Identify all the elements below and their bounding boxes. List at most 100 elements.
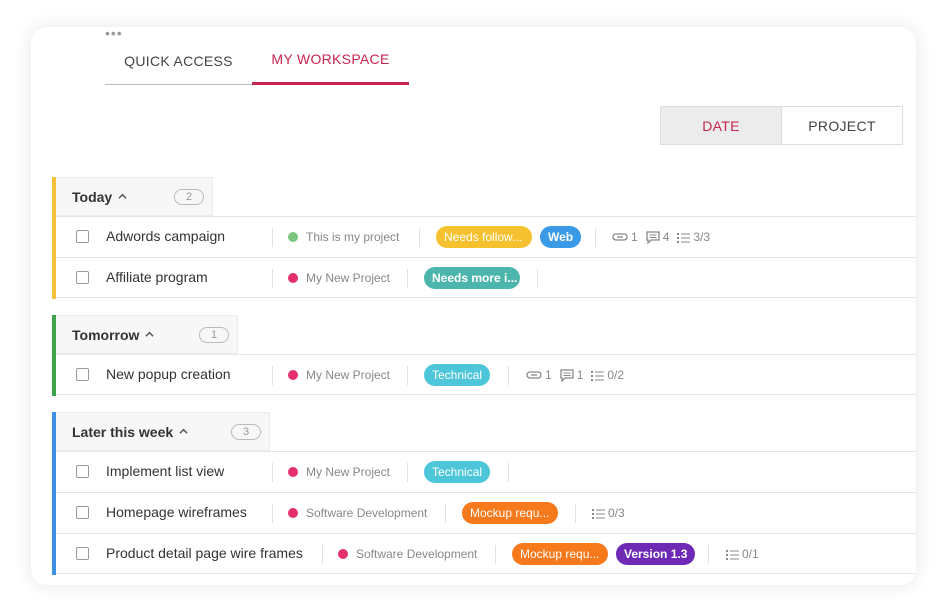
task-checkbox[interactable] [76, 271, 89, 284]
comment-icon [560, 368, 574, 382]
group-header[interactable]: Today 2 [56, 177, 213, 216]
paperclip-icon [526, 371, 542, 379]
task-checkbox[interactable] [76, 547, 89, 560]
attachment-count[interactable]: 1 [612, 230, 638, 244]
view-toggle: DATE PROJECT [660, 106, 903, 145]
task-name[interactable]: Adwords campaign [106, 228, 225, 244]
chevron-up-icon[interactable] [179, 427, 188, 436]
group-tomorrow: Tomorrow 1 New popup creation My New Pro… [52, 315, 916, 396]
project-color-dot [288, 467, 298, 477]
tab-quick-access[interactable]: QUICK ACCESS [105, 27, 252, 85]
task-name[interactable]: Implement list view [106, 463, 224, 479]
task-project[interactable]: Software Development [288, 506, 427, 520]
checklist-icon [677, 232, 691, 243]
task-meta: 0/3 [592, 506, 633, 520]
tag-badge[interactable]: Technical [424, 364, 491, 386]
divider [575, 504, 576, 523]
workspace-card: QUICK ACCESS MY WORKSPACE ••• DATE PROJE… [31, 27, 916, 585]
group-count-badge: 2 [174, 189, 204, 205]
task-meta: 1 4 3/3 [612, 230, 718, 244]
tag-badge[interactable]: Mockup requ... [512, 543, 608, 565]
tag-badge[interactable]: Needs follow... [436, 226, 532, 248]
divider [272, 366, 273, 385]
checklist-count[interactable]: 0/1 [726, 547, 759, 561]
comment-count[interactable]: 4 [646, 230, 670, 244]
task-project[interactable]: Software Development [338, 547, 477, 561]
comment-count-label: 4 [662, 230, 670, 244]
project-name: Software Development [356, 547, 478, 561]
group-title: Tomorrow [72, 326, 140, 343]
task-row[interactable]: New popup creation My New Project Techni… [56, 354, 916, 395]
divider [508, 463, 509, 482]
group-count-badge: 3 [231, 424, 261, 440]
task-checkbox[interactable] [76, 368, 89, 381]
view-project-button[interactable]: PROJECT [782, 107, 902, 144]
divider [272, 504, 273, 523]
task-meta: 0/1 [726, 547, 767, 561]
task-name[interactable]: Affiliate program [106, 269, 208, 285]
checklist-count-label: 0/2 [607, 368, 625, 382]
comment-icon [646, 230, 660, 244]
divider [272, 269, 273, 288]
task-row[interactable]: Product detail page wire frames Software… [56, 533, 916, 574]
project-color-dot [338, 549, 348, 559]
tag-badge[interactable]: Mockup requ... [462, 502, 558, 524]
task-project[interactable]: My New Project [288, 271, 390, 285]
checklist-icon [726, 549, 739, 560]
project-color-dot [288, 370, 298, 380]
task-meta: 1 1 0/2 [526, 368, 632, 382]
task-project[interactable]: This is my project [288, 230, 399, 244]
comment-count-label: 1 [576, 368, 584, 382]
group-title: Later this week [72, 423, 174, 440]
task-row[interactable]: Affiliate program My New Project Needs m… [56, 257, 916, 298]
task-checkbox[interactable] [76, 230, 89, 243]
tag-badge[interactable]: Technical [424, 461, 491, 483]
chevron-up-icon[interactable] [118, 192, 127, 201]
tag-badge[interactable]: Needs more i... [424, 267, 520, 289]
comment-count[interactable]: 1 [560, 368, 584, 382]
project-color-dot [288, 273, 298, 283]
divider [445, 504, 446, 523]
divider [508, 366, 509, 385]
project-name: My New Project [306, 271, 391, 285]
tag-badge[interactable]: Version 1.3 [616, 543, 696, 565]
checklist-count-label: 0/1 [742, 547, 759, 561]
task-name[interactable]: Homepage wireframes [106, 504, 247, 520]
view-date-button[interactable]: DATE [661, 107, 782, 144]
group-title: Today [72, 188, 113, 205]
task-name[interactable]: Product detail page wire frames [106, 545, 303, 561]
task-name[interactable]: New popup creation [106, 366, 231, 382]
divider [419, 228, 420, 247]
group-header[interactable]: Tomorrow 1 [56, 315, 238, 354]
checklist-count[interactable]: 0/2 [591, 368, 624, 382]
project-name: My New Project [306, 368, 391, 382]
checklist-count[interactable]: 3/3 [677, 230, 710, 244]
divider [272, 228, 273, 247]
task-project[interactable]: My New Project [288, 465, 390, 479]
divider [537, 269, 538, 288]
task-checkbox[interactable] [76, 465, 89, 478]
group-today: Today 2 Adwords campaign This is my proj… [52, 177, 916, 299]
tab-my-workspace[interactable]: MY WORKSPACE [252, 27, 409, 85]
task-checkbox[interactable] [76, 506, 89, 519]
divider [708, 545, 709, 564]
task-project[interactable]: My New Project [288, 368, 390, 382]
divider [407, 463, 408, 482]
checklist-count[interactable]: 0/3 [592, 506, 625, 520]
attachment-count-label: 1 [545, 368, 552, 382]
task-row[interactable]: Implement list view My New Project Techn… [56, 451, 916, 492]
divider [322, 545, 323, 564]
task-row[interactable]: Adwords campaign This is my project Need… [56, 216, 916, 257]
attachment-count-label: 1 [631, 230, 638, 244]
attachment-count[interactable]: 1 [526, 368, 552, 382]
project-name: My New Project [306, 465, 391, 479]
tab-my-workspace-label: MY WORKSPACE [271, 51, 390, 67]
checklist-count-label: 0/3 [608, 506, 625, 520]
task-row[interactable]: Homepage wireframes Software Development… [56, 492, 916, 533]
divider [595, 228, 596, 247]
group-header[interactable]: Later this week 3 [56, 412, 270, 451]
checklist-icon [592, 508, 605, 519]
checklist-icon [591, 370, 605, 381]
chevron-up-icon[interactable] [145, 330, 155, 339]
tag-badge[interactable]: Web [540, 226, 582, 248]
